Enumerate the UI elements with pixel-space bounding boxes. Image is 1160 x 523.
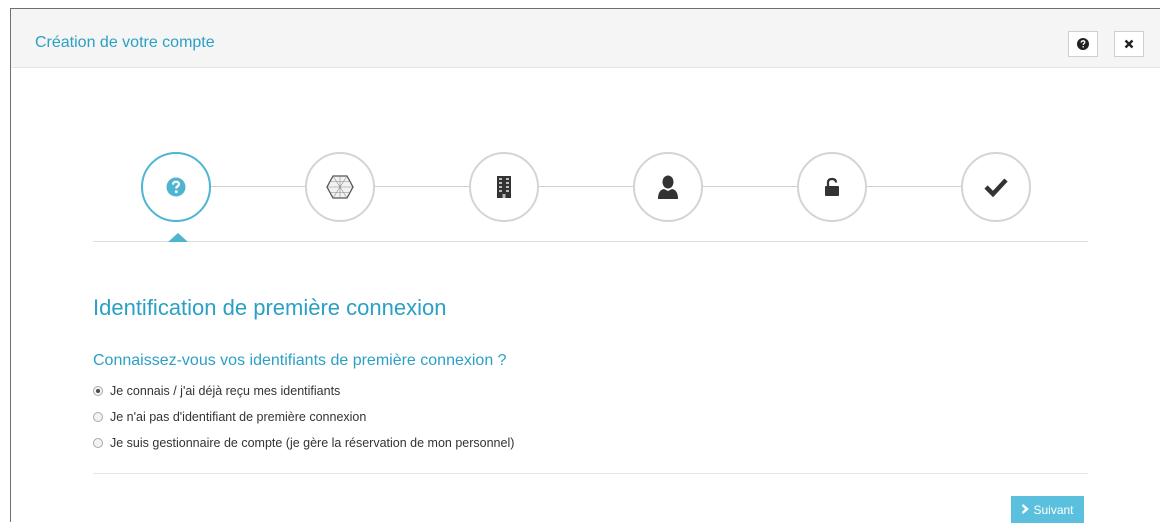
account-creation-modal: Création de votre compte Identification … [10, 8, 1160, 523]
close-button[interactable] [1114, 31, 1144, 57]
question-circle-icon [166, 177, 186, 197]
question-circle-icon [1077, 38, 1089, 50]
step-credentials[interactable] [797, 152, 867, 222]
modal-title: Création de votre compte [35, 34, 215, 51]
step-confirmation[interactable] [961, 152, 1031, 222]
option-label: Je n'ai pas d'identifiant de première co… [110, 410, 367, 424]
help-button[interactable] [1068, 31, 1098, 57]
active-step-pointer [168, 233, 188, 242]
option-known-credentials[interactable]: Je connais / j'ai déjà reçu mes identifi… [93, 384, 340, 398]
next-button-label: Suivant [1033, 502, 1074, 517]
question-label: Connaissez-vous vos identifiants de prem… [93, 352, 507, 369]
check-icon [984, 177, 1008, 197]
section-title: Identification de première connexion [93, 295, 447, 320]
step-company[interactable] [469, 152, 539, 222]
step-profile[interactable] [633, 152, 703, 222]
close-icon [1124, 39, 1134, 49]
unlock-icon [824, 177, 840, 197]
footer-divider [93, 473, 1088, 474]
option-no-credentials[interactable]: Je n'ai pas d'identifiant de première co… [93, 410, 366, 424]
modal-header: Création de votre compte [11, 9, 1160, 68]
radio-button[interactable] [93, 386, 103, 396]
option-account-manager[interactable]: Je suis gestionnaire de compte (je gère … [93, 436, 514, 450]
option-label: Je connais / j'ai déjà reçu mes identifi… [110, 384, 341, 398]
option-label: Je suis gestionnaire de compte (je gère … [110, 436, 515, 450]
radio-button[interactable] [93, 438, 103, 448]
next-button[interactable]: Suivant [1011, 496, 1084, 523]
stepper-line [176, 186, 1001, 187]
hexagon-grid-icon [326, 174, 354, 200]
chevron-right-icon [1021, 503, 1030, 517]
step-establishment[interactable] [305, 152, 375, 222]
stepper-divider [93, 241, 1088, 242]
user-icon [657, 175, 679, 199]
radio-button[interactable] [93, 412, 103, 422]
step-identification[interactable] [141, 152, 211, 222]
building-icon [496, 175, 512, 199]
